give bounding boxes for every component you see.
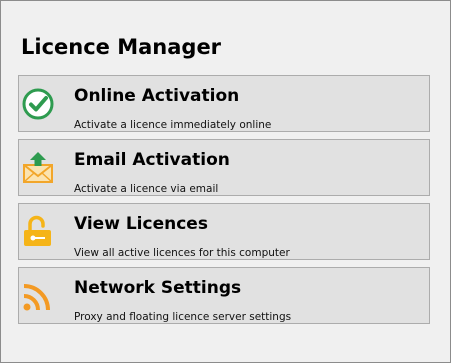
page-title: Licence Manager [21,35,222,59]
email-activation-title: Email Activation [74,150,230,170]
check-circle-icon [21,87,55,121]
licence-manager-window: Licence Manager Online Activation Activa… [0,0,451,363]
view-licences-title: View Licences [74,214,208,234]
email-upload-icon [21,151,55,185]
online-activation-description: Activate a licence immediately online [74,119,272,131]
padlock-open-icon [21,215,55,249]
view-licences-button[interactable]: View Licences View all active licences f… [18,203,430,260]
email-activation-description: Activate a licence via email [74,183,219,195]
options-list: Online Activation Activate a licence imm… [18,75,430,331]
online-activation-title: Online Activation [74,86,240,106]
network-settings-title: Network Settings [74,278,242,298]
online-activation-button[interactable]: Online Activation Activate a licence imm… [18,75,430,132]
network-settings-description: Proxy and floating licence server settin… [74,311,292,323]
wifi-signal-icon [21,279,55,313]
email-activation-button[interactable]: Email Activation Activate a licence via … [18,139,430,196]
network-settings-button[interactable]: Network Settings Proxy and floating lice… [18,267,430,324]
view-licences-description: View all active licences for this comput… [74,247,290,259]
